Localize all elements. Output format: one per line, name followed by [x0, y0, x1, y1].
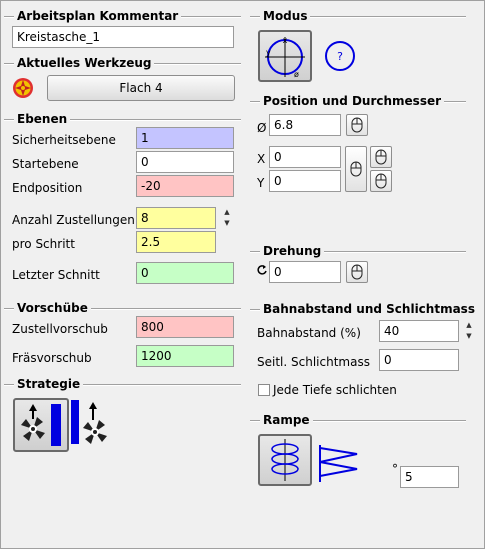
mode-help-button[interactable]: ? [324, 40, 356, 72]
help-label: ? [337, 50, 343, 63]
mouse-pick-icon [351, 117, 363, 133]
section-strategie: Strategie [4, 377, 241, 391]
strategy-outside-in-button[interactable] [71, 398, 113, 452]
tool-icon [12, 77, 34, 99]
schlichtmass-input[interactable]: 0 [379, 349, 459, 371]
bahnabstand-spinner[interactable]: ▲ ▼ [463, 320, 475, 342]
jede-tiefe-checkbox[interactable] [258, 384, 270, 396]
schlichtmass-label: Seitl. Schlichtmass [257, 355, 370, 369]
section-title: Bahnabstand und Schlichtmass [260, 302, 478, 316]
mouse-pick-icon [375, 173, 387, 189]
mode-x-label: x [283, 36, 288, 45]
fraesvorschub-input[interactable]: 1200 [136, 345, 234, 367]
tool-select-button[interactable]: Flach 4 [47, 75, 235, 101]
drehung-input[interactable]: 0 [269, 261, 341, 283]
section-position-durchmesser: Position und Durchmesser [250, 94, 466, 108]
section-bahnabstand: Bahnabstand und Schlichtmass [250, 302, 478, 316]
endposition-input[interactable]: -20 [136, 175, 234, 197]
sicherheitsebene-input[interactable]: 1 [136, 127, 234, 149]
y-pick-button[interactable] [370, 170, 392, 192]
mouse-pick-icon [350, 161, 362, 177]
anzahl-zustellungen-spinner[interactable]: ▲ ▼ [221, 207, 233, 229]
spin-down-icon[interactable]: ▼ [463, 331, 475, 342]
strategy-inside-out-button[interactable] [13, 398, 69, 452]
rampe-angle-input[interactable]: 5 [400, 466, 459, 488]
jede-tiefe-label: Jede Tiefe schlichten [273, 383, 397, 397]
drehung-pick-button[interactable] [346, 261, 368, 283]
section-title: Strategie [14, 377, 84, 391]
tool-select-label: Flach 4 [119, 81, 163, 95]
spin-down-icon[interactable]: ▼ [221, 218, 233, 229]
section-title: Modus [260, 9, 311, 23]
section-modus: Modus [250, 9, 466, 23]
mode-circle-center-button[interactable]: x y ø [258, 30, 312, 82]
zustellvorschub-input[interactable]: 800 [136, 316, 234, 338]
section-aktuelles-werkzeug: Aktuelles Werkzeug [4, 56, 241, 70]
ramp-helix-button[interactable] [258, 434, 312, 486]
startebene-input[interactable]: 0 [136, 151, 234, 173]
y-label: Y [257, 176, 265, 190]
pro-schritt-label: pro Schritt [12, 237, 75, 251]
helix-ramp-icon [271, 439, 299, 481]
bahnabstand-label: Bahnabstand (%) [257, 326, 361, 340]
pro-schritt-input[interactable]: 2.5 [136, 231, 216, 253]
letzter-schnitt-input[interactable]: 0 [136, 262, 234, 284]
strategy-outside-in-icon [71, 400, 107, 444]
ramp-zigzag-button[interactable] [317, 440, 361, 484]
mode-y-label: y [266, 48, 271, 57]
spin-up-icon[interactable]: ▲ [463, 320, 475, 331]
section-title: Position und Durchmesser [260, 94, 445, 108]
endposition-label: Endposition [12, 181, 83, 195]
x-pick-button[interactable] [370, 146, 392, 168]
diameter-pick-button[interactable] [346, 114, 368, 136]
anzahl-zustellungen-label: Anzahl Zustellungen [12, 213, 135, 227]
section-ebenen: Ebenen [4, 112, 241, 126]
section-title: Aktuelles Werkzeug [14, 56, 155, 70]
kommentar-input[interactable]: Kreistasche_1 [12, 26, 234, 48]
section-title: Arbeitsplan Kommentar [14, 9, 182, 23]
diameter-input[interactable]: 6.8 [269, 114, 341, 136]
anzahl-zustellungen-input[interactable]: 8 [136, 207, 216, 229]
section-title: Ebenen [14, 112, 71, 126]
zigzag-ramp-icon [319, 445, 358, 482]
startebene-label: Startebene [12, 157, 79, 171]
y-input[interactable]: 0 [269, 170, 341, 192]
spin-up-icon[interactable]: ▲ [221, 207, 233, 218]
section-title: Drehung [260, 244, 325, 258]
x-input[interactable]: 0 [269, 146, 341, 168]
x-label: X [257, 152, 266, 166]
zustellvorschub-label: Zustellvorschub [12, 322, 108, 336]
circle-center-mode-icon: x y ø [265, 36, 305, 79]
section-rampe: Rampe [250, 413, 466, 427]
degree-symbol: ° [392, 462, 398, 476]
strategy-inside-out-icon [21, 404, 61, 446]
section-arbeitsplan-kommentar: Arbeitsplan Kommentar [4, 9, 241, 23]
bahnabstand-input[interactable]: 40 [379, 320, 459, 342]
section-title: Vorschübe [14, 301, 91, 315]
help-circle-icon: ? [325, 41, 355, 71]
section-vorschuebe: Vorschübe [4, 301, 241, 315]
mouse-pick-icon [351, 264, 363, 280]
section-title: Rampe [260, 413, 313, 427]
xy-pick-button[interactable] [345, 146, 367, 192]
sicherheitsebene-label: Sicherheitsebene [12, 133, 116, 147]
letzter-schnitt-label: Letzter Schnitt [12, 268, 100, 282]
diameter-symbol: Ø [257, 121, 267, 135]
fraesvorschub-label: Fräsvorschub [12, 351, 92, 365]
mouse-pick-icon [375, 149, 387, 165]
rotation-icon [256, 264, 268, 276]
mode-diameter-label: ø [294, 70, 299, 79]
section-drehung: Drehung [250, 244, 466, 258]
